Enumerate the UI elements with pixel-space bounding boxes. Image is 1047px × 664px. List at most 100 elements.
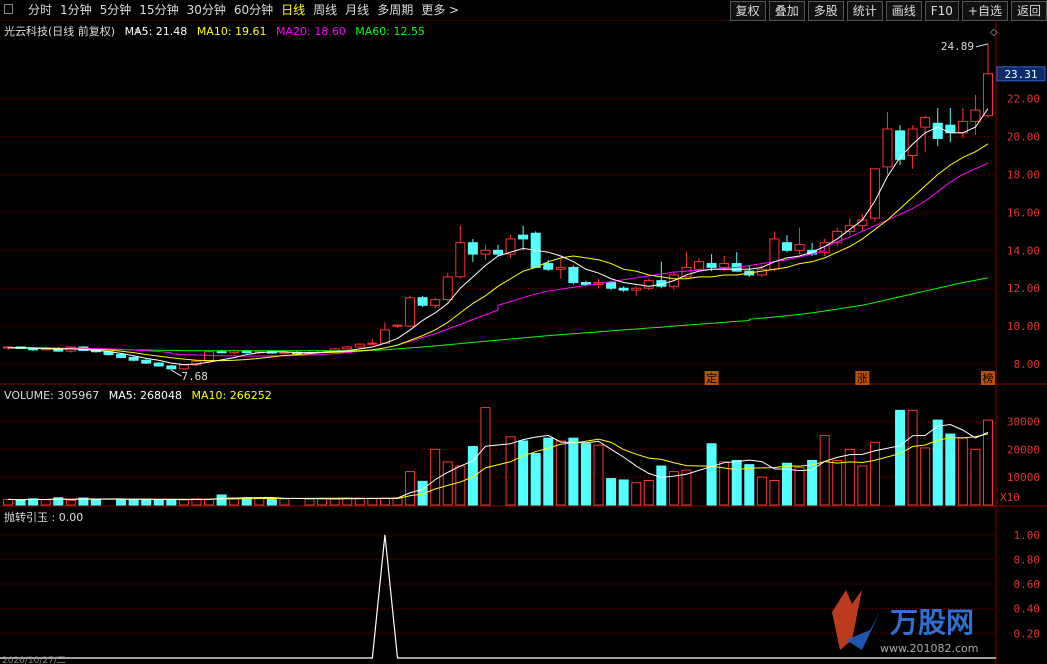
volume-bar [706,443,717,506]
candle-body [518,234,529,240]
volume-bar [530,453,541,506]
volume-bar [141,499,152,506]
volume-bar [819,434,830,506]
candle-body [178,364,189,370]
chevron-down-icon: ▾ [135,26,140,37]
volume-tick: 10000 [1007,471,1040,484]
volume-bar [15,499,26,506]
candle-body [907,128,918,157]
volume-bar [216,494,227,506]
volume-bar [204,498,215,506]
volume-bar [920,447,931,506]
candle-body [580,282,591,285]
volume-bar [317,498,328,506]
ma5-line [7,108,989,366]
candle-body [694,261,705,270]
candle-body [216,351,227,354]
watermark-url: www.201082.com [880,642,978,655]
volume-bar [857,465,868,506]
volume-bar [895,409,906,506]
volume-bar [254,497,265,506]
volume-bar [970,448,981,506]
volume-bar [166,498,177,506]
volume-bar [593,444,604,506]
candle-body [405,297,416,327]
ma60-line [7,277,989,352]
candle-body [606,282,617,289]
candle-body [643,280,654,289]
volume-bar [304,498,315,506]
candle-body [555,266,566,270]
volume-bar [618,479,629,506]
current-price-label: 23.31 [1004,68,1037,81]
candle-body [970,109,981,122]
diamond-icon: ◇ [990,27,998,38]
volume-tick: 30000 [1007,415,1040,428]
volume-bar [3,498,13,506]
candle-body [354,343,365,348]
volume-bar [467,446,478,506]
indicator-tick: 0.80 [1014,553,1041,566]
candle-body [467,242,478,255]
price-tick: 18.00 [1007,168,1040,181]
candle-body [141,359,152,364]
candle-body [568,266,579,284]
volume-bar [279,498,290,506]
volume-bar [153,499,164,506]
volume-bar [342,497,353,506]
volume-unit: X10 [1000,491,1020,504]
candle-body [392,324,403,327]
volume-tick: 20000 [1007,443,1040,456]
volume-bar [367,497,378,506]
candle-body [794,244,805,251]
volume-bar [769,480,780,506]
candle-body [417,297,428,306]
candle-body [719,263,730,268]
candle-body [983,73,993,117]
volume-bar [40,499,51,506]
price-tick: 8.00 [1014,358,1041,371]
candle-body [455,242,466,278]
price-tick: 10.00 [1007,320,1040,333]
candle-body [342,346,353,350]
watermark-brand: 万股网 [890,606,974,639]
volume-bar [643,480,654,506]
candle-body [430,299,441,306]
volume-bar [907,409,918,506]
volume-bar [405,471,416,506]
candle-body [480,249,491,255]
candle-body [781,242,792,251]
low-price-pointer [171,369,182,377]
indicator-tick: 0.20 [1014,627,1041,640]
candle-body [204,351,215,362]
volume-bar [656,465,667,506]
candle-body [367,342,378,345]
volume-bar [631,482,642,506]
event-marker-label: 涨 [857,372,868,385]
volume-bar [442,461,453,506]
candle-body [882,128,893,168]
volume-bar [505,436,516,506]
volume-bar [266,498,277,506]
candle-body [493,249,503,255]
candle-body [631,287,642,291]
candle-body [116,354,127,358]
candle-body [920,117,931,128]
candle-body [166,365,177,370]
candle-body [153,362,164,367]
volume-bar [555,440,566,506]
volume-bar [430,448,441,506]
price-tick: 20.00 [1007,131,1040,144]
volume-bar [932,419,943,506]
candle-body [706,263,717,268]
volume-bar [518,440,529,506]
volume-bar [580,443,591,506]
volume-bar [455,465,466,506]
volume-bar [178,499,189,506]
candle-body [618,287,629,291]
indicator-tick: 1.00 [1014,529,1041,542]
volume-bar [480,407,491,506]
volume-bar [128,498,139,506]
stock-chart[interactable]: 22.00 20.00 18.00 16.00 14.00 12.00 10.00 8.00 3… [0,0,1047,664]
price-tick: 22.00 [1007,93,1040,106]
